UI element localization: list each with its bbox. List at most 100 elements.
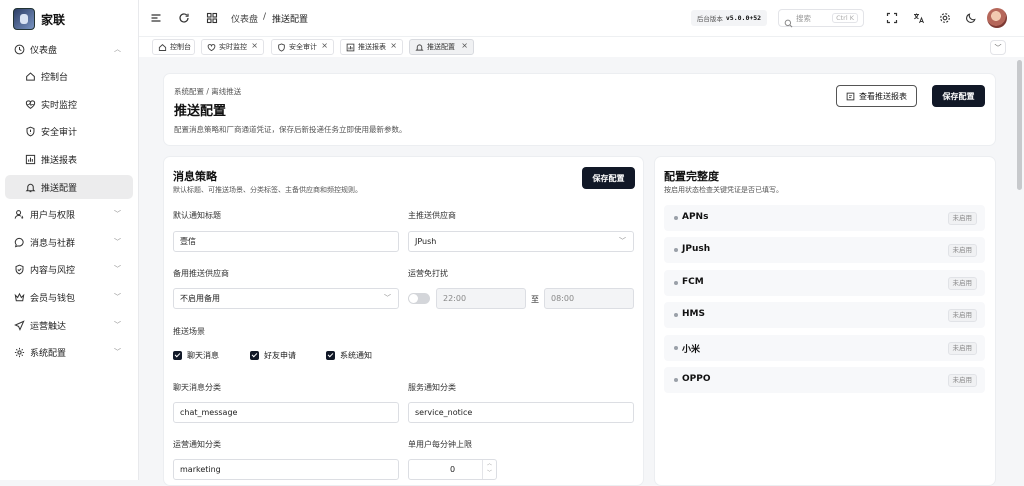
service-category-input[interactable]: service_notice [408,402,634,423]
sidebar-item-dashboard[interactable]: 仪表盘 ︿ [5,37,133,61]
backup-provider-select[interactable]: 不启用备用 ﹀ [173,288,399,309]
sidebar-item-messages[interactable]: 消息与社群 ﹀ [5,230,133,254]
view-report-button[interactable]: 查看推送报表 [836,85,917,107]
provider-name: APNs [682,212,709,222]
clock-icon [14,44,25,55]
tab-label: 实时监控 [219,43,247,51]
settings-gear-icon[interactable] [938,11,951,24]
sidebar-item-console[interactable]: 控制台 [5,64,133,88]
scene-system-label: 系统通知 [340,351,372,360]
tabs-dropdown-chevron-icon[interactable]: ﹀ [990,40,1006,55]
scene-system-checkbox[interactable] [326,351,335,360]
search-input[interactable]: 搜索 [796,13,811,24]
provider-row-oppo: OPPO 未启用 [664,367,985,393]
tab-audit[interactable]: 安全审计 × [271,39,334,55]
service-category-label: 服务通知分类 [408,383,456,392]
chat-category-input[interactable]: chat_message [173,402,399,423]
stepper-arrows[interactable]: ︿ ﹀ [482,460,496,479]
chevron-down-icon: ﹀ [114,293,121,301]
top-header: 仪表盘 / 推送配置 后台版本 v5.0.0+52 搜索 Ctrl K [139,0,1024,36]
close-icon[interactable]: × [251,41,258,50]
refresh-icon[interactable] [177,11,190,24]
sidebar-item-content-risk[interactable]: 内容与风控 ﹀ [5,257,133,281]
scene-friend-checkbox[interactable] [250,351,259,360]
provider-name: JPush [682,244,711,254]
tab-label: 推送报表 [358,43,386,51]
sidebar-item-audit[interactable]: 安全审计 [5,119,133,143]
menu-toggle-icon[interactable] [149,11,162,24]
user-avatar[interactable] [987,8,1007,28]
sidebar-item-label: 实时监控 [41,100,78,111]
dnd-end-time[interactable]: 08:00 [544,288,634,309]
shield-check-icon [14,264,25,275]
home-icon [25,71,36,82]
dnd-range-to: 至 [531,295,539,304]
tab-monitor[interactable]: 实时监控 × [201,39,264,55]
tab-push-config[interactable]: 推送配置 × [409,39,474,55]
tab-label: 推送配置 [427,43,455,51]
strategy-subtitle: 默认标题、可推送场景、分类标签、主备供应商和频控规则。 [173,186,362,194]
close-icon[interactable]: × [321,41,328,50]
dnd-toggle[interactable] [408,293,430,304]
sidebar-item-push-config[interactable]: 推送配置 [5,175,133,199]
sidebar-item-system[interactable]: 系统配置 ﹀ [5,340,133,364]
breadcrumb-current: 推送配置 [272,15,309,25]
page-title: 推送配置 [174,104,227,119]
chat-bubble-icon [14,237,25,248]
version-value: v5.0.0+52 [725,14,762,22]
search-icon [784,13,793,32]
tab-console[interactable]: 控制台 [152,39,195,55]
strategy-title: 消息策略 [173,170,217,183]
chat-category-label: 聊天消息分类 [173,383,221,392]
chevron-down-icon: ﹀ [114,321,121,329]
report-doc-icon [846,92,855,101]
bell-icon [25,182,36,193]
crown-icon [14,292,25,303]
rate-limit-value: 0 [449,465,456,474]
ops-category-input[interactable]: marketing [173,459,399,480]
version-badge: 后台版本 v5.0.0+52 [691,10,767,26]
tab-label: 控制台 [170,43,191,51]
sidebar-item-users[interactable]: 用户与权限 ﹀ [5,202,133,226]
sidebar-item-monitor[interactable]: 实时监控 [5,92,133,116]
search-box[interactable]: 搜索 Ctrl K [778,9,864,28]
tab-report[interactable]: 推送报表 × [340,39,403,55]
provider-name: FCM [682,277,704,287]
status-badge: 未启用 [947,342,977,355]
version-label: 后台版本 [696,15,723,23]
scene-chat-checkbox[interactable] [173,351,182,360]
provider-name: HMS [682,309,705,319]
provider-row-xiaomi: 小米 未启用 [664,335,985,361]
default-title-input[interactable]: 壹信 [173,231,399,252]
primary-provider-value: JPush [415,237,437,246]
close-icon[interactable]: × [390,41,397,50]
rate-limit-stepper[interactable]: 0 ︿ ﹀ [408,459,497,480]
page-scrollbar[interactable] [1017,60,1022,190]
dnd-start-time[interactable]: 22:00 [436,288,526,309]
sidebar-item-report[interactable]: 推送报表 [5,147,133,171]
app-logo [13,8,35,30]
save-config-button[interactable]: 保存配置 [932,85,985,107]
fullscreen-icon[interactable] [885,11,898,24]
chevron-down-icon: ﹀ [114,238,121,246]
sidebar-item-label: 系统配置 [30,348,67,359]
rate-limit-label: 单用户每分钟上限 [408,440,472,449]
status-dot [674,216,678,220]
status-badge: 未启用 [947,277,977,290]
translate-icon[interactable] [912,11,925,24]
strategy-save-button[interactable]: 保存配置 [582,167,635,189]
status-badge: 未启用 [947,374,977,387]
dark-mode-moon-icon[interactable] [964,11,977,24]
status-badge: 未启用 [947,309,977,322]
sidebar-item-membership[interactable]: 会员与钱包 ﹀ [5,285,133,309]
sidebar: 家联 仪表盘 ︿ 控制台 实时监控 安全审计 推送报表 推送配置 用户与权限 ﹀… [0,0,139,480]
breadcrumb-parent[interactable]: 仪表盘 [231,12,258,25]
close-icon[interactable]: × [461,41,468,50]
sidebar-item-operations[interactable]: 运营触达 ﹀ [5,313,133,337]
message-strategy-card: 消息策略 默认标题、可推送场景、分类标签、主备供应商和频控规则。 保存配置 [163,156,644,486]
grid-icon[interactable] [205,11,218,24]
sidebar-item-label: 安全审计 [41,127,78,138]
provider-name: 小米 [682,345,701,355]
primary-provider-select[interactable]: JPush ﹀ [408,231,634,252]
backup-provider-value: 不启用备用 [180,294,220,303]
